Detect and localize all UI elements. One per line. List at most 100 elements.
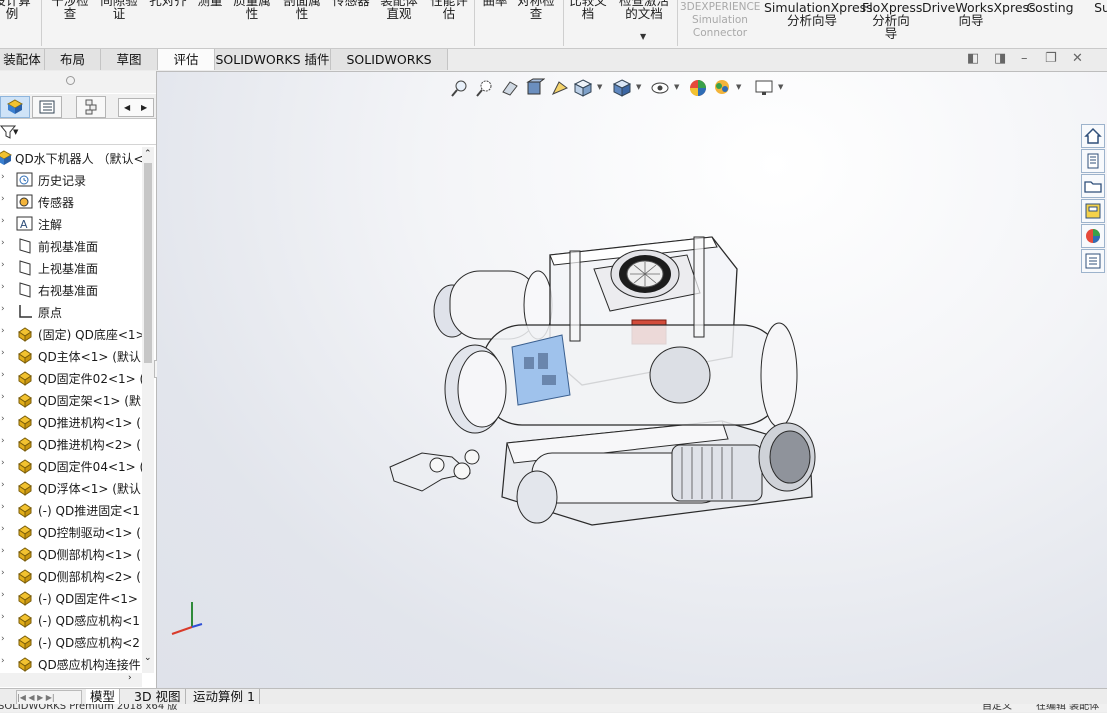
scrollbar-thumb[interactable] — [144, 163, 152, 363]
simxpress-button[interactable]: SimulationXpress 分析向导 — [764, 1, 873, 27]
home-icon[interactable] — [1081, 124, 1105, 148]
tree-item[interactable]: › 原点 — [0, 301, 142, 323]
section-props-button[interactable]: 剖面属 性 — [280, 0, 324, 20]
expand-icon[interactable]: › — [1, 656, 5, 666]
expand-icon[interactable]: › — [1, 238, 5, 248]
expand-icon[interactable]: › — [1, 546, 5, 556]
expand-icon[interactable]: › — [1, 348, 5, 358]
chevron-down-icon[interactable]: ▼ — [778, 83, 783, 91]
tree-item[interactable]: › (-) QD推进固定<1 — [0, 499, 142, 521]
zoom-to-area-icon[interactable] — [475, 78, 495, 98]
tree-root[interactable]: QD水下机器人 （默认< — [0, 147, 142, 169]
chevron-left-icon[interactable]: ◀ — [124, 99, 130, 116]
edit-appearance-icon[interactable] — [688, 78, 708, 98]
chevron-right-icon[interactable]: › — [128, 673, 132, 683]
tree-item[interactable]: › 上视基准面 — [0, 257, 142, 279]
design-library-icon[interactable] — [1081, 149, 1105, 173]
tree-item[interactable]: › (-) QD感应机构<1 — [0, 609, 142, 631]
tab-feature-tree[interactable] — [0, 96, 30, 118]
zoom-to-fit-icon[interactable] — [450, 78, 470, 98]
expand-icon[interactable]: › — [1, 634, 5, 644]
expand-icon[interactable]: › — [1, 458, 5, 468]
tree-item[interactable]: › QD主体<1> (默认 — [0, 345, 142, 367]
chevron-down-icon[interactable]: ▼ — [674, 83, 679, 91]
expand-icon[interactable]: › — [1, 612, 5, 622]
tile-right-icon[interactable]: ◨ — [994, 51, 1006, 66]
chevron-right-icon[interactable]: ▶ — [141, 99, 147, 116]
sensor-button[interactable]: 传感器 — [329, 0, 373, 7]
tree-item[interactable]: › QD侧部机构<1> ( — [0, 543, 142, 565]
expand-icon[interactable]: › — [1, 172, 5, 182]
chevron-down-icon[interactable]: ▼ — [636, 83, 641, 91]
expand-icon[interactable]: › — [1, 502, 5, 512]
status-custom[interactable]: 自定义 — [982, 704, 1012, 712]
tree-item[interactable]: › QD感应机构连接件 — [0, 653, 142, 675]
hide-show-items-icon[interactable] — [650, 78, 670, 98]
view-palette-icon[interactable] — [1081, 199, 1105, 223]
measure-button[interactable]: 测量 — [192, 0, 228, 7]
expand-icon[interactable]: › — [1, 216, 5, 226]
chevron-down-icon[interactable]: ▼ — [597, 83, 602, 91]
tab-assembly[interactable]: 装配体 — [0, 49, 45, 70]
tree-item[interactable]: › QD控制驱动<1> ( — [0, 521, 142, 543]
tab-nav-arrows[interactable]: |◀ ◀ ▶ ▶| — [16, 690, 82, 705]
chevron-down-icon[interactable]: ▼ — [640, 32, 646, 41]
minimize-icon[interactable]: – — [1021, 51, 1028, 66]
mass-props-button[interactable]: 质量属 性 — [230, 0, 274, 20]
expand-icon[interactable]: › — [1, 304, 5, 314]
tree-item[interactable]: › 历史记录 — [0, 169, 142, 191]
dynamic-annotation-icon[interactable] — [550, 78, 570, 98]
hole-align-button[interactable]: 孔对齐 — [146, 0, 190, 7]
tree-item[interactable]: › A 注解 — [0, 213, 142, 235]
tab-sketch[interactable]: 草图 — [101, 49, 158, 70]
tree-item[interactable]: › QD推进机构<2> ( — [0, 433, 142, 455]
close-icon[interactable]: ✕ — [1072, 51, 1083, 66]
tree-scrollbar[interactable]: ⌃ ⌄ — [142, 147, 154, 673]
expand-icon[interactable]: › — [1, 282, 5, 292]
chevron-down-icon[interactable]: ⌄ — [144, 653, 152, 663]
file-explorer-icon[interactable] — [1081, 174, 1105, 198]
interference-button[interactable]: 干涉检 查 — [48, 0, 92, 20]
section-view-icon[interactable] — [525, 78, 545, 98]
tree-item[interactable]: › 传感器 — [0, 191, 142, 213]
expand-icon[interactable]: › — [1, 480, 5, 490]
tree-item[interactable]: › QD固定件04<1> ( — [0, 455, 142, 477]
graphics-area[interactable]: ▼ ▼ ▼ ▼ ▼ — [157, 72, 1107, 688]
tab-solidworks-mbd[interactable]: SOLIDWORKS MBD — [331, 49, 448, 88]
tab-3d-view[interactable]: 3D 视图 — [130, 689, 186, 704]
design-study-button[interactable]: 设计算 例 — [0, 0, 34, 20]
tab-model[interactable]: 模型 — [86, 689, 121, 704]
expand-icon[interactable]: › — [1, 524, 5, 534]
horizontal-scrollbar[interactable]: › — [0, 673, 142, 687]
underwater-robot-model[interactable] — [382, 207, 832, 537]
tree-item[interactable]: › (-) QD固定件<1> — [0, 587, 142, 609]
chevron-up-icon[interactable]: ⌃ — [144, 149, 152, 159]
tab-layout[interactable]: 布局 — [45, 49, 101, 70]
expand-icon[interactable]: › — [1, 260, 5, 270]
tree-item[interactable]: › QD固定件02<1> ( — [0, 367, 142, 389]
tab-config-manager[interactable] — [76, 96, 106, 118]
symmetry-button[interactable]: 对称检 查 — [514, 0, 558, 20]
previous-view-icon[interactable] — [500, 78, 520, 98]
chevron-down-icon[interactable]: ▼ — [736, 83, 741, 91]
tree-item[interactable]: › (-) QD感应机构<2 — [0, 631, 142, 653]
check-active-button[interactable]: 检查激活 的文档 — [614, 0, 674, 20]
curvature-button[interactable]: 曲率 — [478, 0, 512, 7]
tree-item[interactable]: › 右视基准面 — [0, 279, 142, 301]
expand-icon[interactable]: › — [1, 326, 5, 336]
apply-scene-icon[interactable] — [712, 78, 732, 98]
driveworks-button[interactable]: DriveWorksXpress 向导 — [922, 1, 1036, 27]
view-settings-icon[interactable] — [754, 78, 774, 98]
expand-icon[interactable]: › — [1, 370, 5, 380]
expand-icon[interactable]: › — [1, 414, 5, 424]
tree-item[interactable]: › QD侧部机构<2> ( — [0, 565, 142, 587]
custom-properties-icon[interactable] — [1081, 249, 1105, 273]
expand-icon[interactable]: › — [1, 568, 5, 578]
expand-icon[interactable]: › — [1, 194, 5, 204]
costing-button[interactable]: Costing — [1026, 1, 1074, 14]
panel-grip-icon[interactable] — [66, 76, 75, 85]
tab-property-manager[interactable] — [32, 96, 62, 118]
expand-icon[interactable]: › — [1, 392, 5, 402]
tree-item[interactable]: › (固定) QD底座<1> — [0, 323, 142, 345]
compare-docs-button[interactable]: 比较文 档 — [566, 0, 610, 20]
